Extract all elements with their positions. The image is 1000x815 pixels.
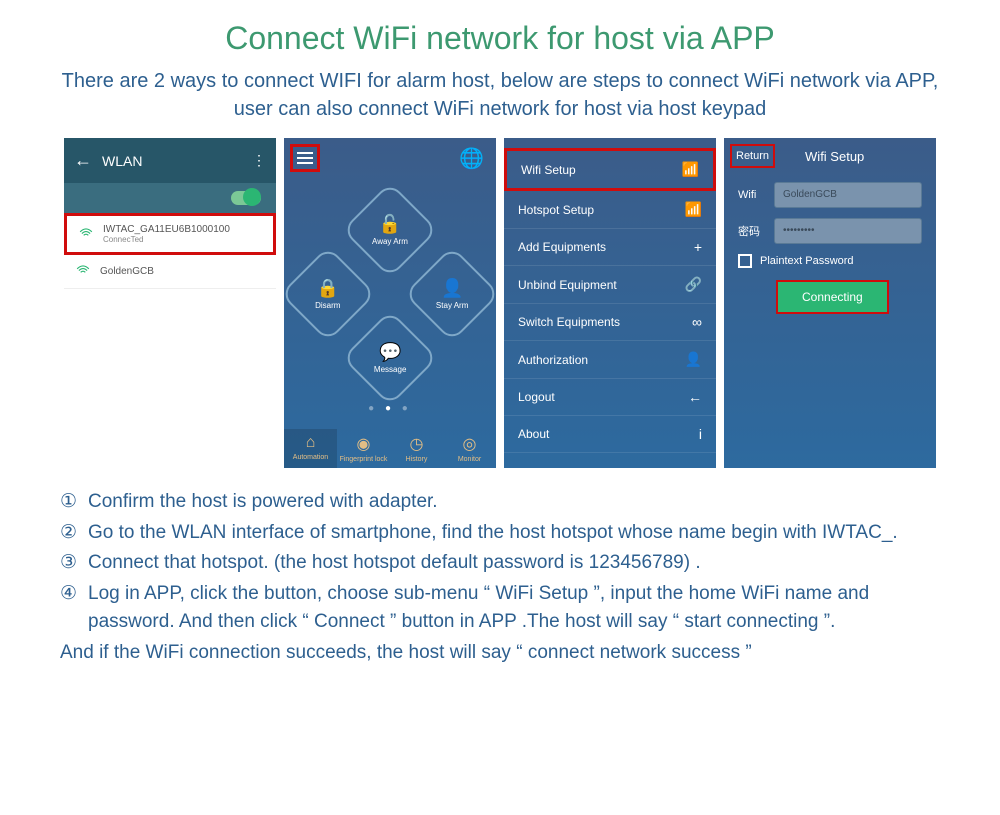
nav-history[interactable]: ◷History <box>390 429 443 468</box>
menu-unbind-equipment[interactable]: Unbind Equipment🔗 <box>504 266 716 304</box>
back-icon[interactable]: ← <box>74 150 92 171</box>
stay-arm-button[interactable]: 👤Stay Arm <box>404 246 496 342</box>
wifi-icon: 📶 <box>685 201 702 218</box>
wifi-setup-title: Wifi Setup <box>805 149 864 164</box>
menu-about[interactable]: Abouti <box>504 416 716 453</box>
clock-icon: ◷ <box>390 434 443 454</box>
screen-menu: Wifi Setup📶 Hotspot Setup📶 Add Equipment… <box>504 138 716 468</box>
plaintext-checkbox-row[interactable]: Plaintext Password <box>738 254 922 268</box>
away-arm-button[interactable]: 🔓Away Arm <box>342 182 438 278</box>
camera-icon: ◎ <box>443 434 496 454</box>
menu-logout[interactable]: Logout← <box>504 379 716 416</box>
screen-wlan: ← WLAN ⋮ IWTAC_GA11EU6B1000100 ConnecTed <box>64 138 276 468</box>
person-icon: 👤 <box>436 278 468 299</box>
wlan-header: ← WLAN ⋮ <box>64 138 276 183</box>
lock-icon: 🔓 <box>372 214 408 235</box>
wifi-ssid: IWTAC_GA11EU6B1000100 <box>103 224 230 235</box>
home-icon: ⌂ <box>284 434 337 452</box>
connecting-button[interactable]: Connecting <box>776 280 889 314</box>
hamburger-menu-icon[interactable] <box>290 144 320 172</box>
screen-app-home: 🌐 🔓Away Arm 🔒Disarm 👤Stay Arm 💬Message ●… <box>284 138 496 468</box>
nav-monitor[interactable]: ◎Monitor <box>443 429 496 468</box>
wifi-icon <box>79 226 93 243</box>
password-label: 密码 <box>738 223 766 239</box>
message-button[interactable]: 💬Message <box>342 310 438 406</box>
message-icon: 💬 <box>374 342 406 363</box>
nav-fingerprint[interactable]: ◉Fingerprint lock <box>337 429 390 468</box>
disarm-button[interactable]: 🔒Disarm <box>284 246 376 342</box>
wlan-title: WLAN <box>102 153 142 169</box>
info-icon: i <box>699 426 702 442</box>
wifi-status: ConnecTed <box>103 235 230 244</box>
return-button[interactable]: Return <box>730 144 775 168</box>
nav-automation[interactable]: ⌂Automation <box>284 429 337 468</box>
checkbox-icon <box>738 254 752 268</box>
menu-authorization[interactable]: Authorization👤 <box>504 341 716 379</box>
step-number: ④ <box>60 580 88 637</box>
wifi-icon: 📶 <box>682 161 699 178</box>
page-title: Connect WiFi network for host via APP <box>60 20 940 57</box>
step-number: ① <box>60 488 88 517</box>
menu-wifi-setup[interactable]: Wifi Setup📶 <box>504 148 716 191</box>
wifi-label: Wifi <box>738 189 766 201</box>
user-icon: 👤 <box>685 351 702 368</box>
final-note: And if the WiFi connection succeeds, the… <box>60 639 940 668</box>
switch-icon: ∞ <box>692 314 702 330</box>
arrow-left-icon: ← <box>688 389 702 405</box>
wifi-toggle[interactable] <box>231 191 261 205</box>
step-text: Connect that hotspot. (the host hotspot … <box>88 549 940 578</box>
password-input[interactable]: ••••••••• <box>774 218 922 244</box>
screenshots-row: ← WLAN ⋮ IWTAC_GA11EU6B1000100 ConnecTed <box>60 138 940 468</box>
page-indicator: ● ● ● <box>284 403 496 414</box>
step-text: Log in APP, click the button, choose sub… <box>88 580 940 637</box>
link-icon: 🔗 <box>685 276 702 293</box>
menu-switch-equipments[interactable]: Switch Equipments∞ <box>504 304 716 341</box>
page-subtitle: There are 2 ways to connect WIFI for ala… <box>60 67 940 123</box>
step-number: ② <box>60 519 88 548</box>
menu-hotspot-setup[interactable]: Hotspot Setup📶 <box>504 191 716 229</box>
screen-wifi-setup: Return Wifi Setup Wifi GoldenGCB 密码 ••••… <box>724 138 936 468</box>
wifi-ssid: GoldenGCB <box>100 266 154 277</box>
menu-add-equipments[interactable]: Add Equipments+ <box>504 229 716 266</box>
menu-dots-icon[interactable]: ⋮ <box>252 152 266 169</box>
wifi-item-selected[interactable]: IWTAC_GA11EU6B1000100 ConnecTed <box>64 213 276 255</box>
instructions: ①Confirm the host is powered with adapte… <box>60 483 940 672</box>
wifi-item[interactable]: GoldenGCB <box>64 255 276 289</box>
step-text: Confirm the host is powered with adapter… <box>88 488 940 517</box>
wifi-icon <box>76 263 90 280</box>
wifi-input[interactable]: GoldenGCB <box>774 182 922 208</box>
lock-icon: 🔒 <box>315 278 340 299</box>
wifi-toggle-row <box>64 183 276 213</box>
step-number: ③ <box>60 549 88 578</box>
plus-icon: + <box>694 239 702 255</box>
step-text: Go to the WLAN interface of smartphone, … <box>88 519 940 548</box>
globe-icon[interactable]: 🌐 <box>459 146 490 171</box>
fingerprint-icon: ◉ <box>337 434 390 454</box>
